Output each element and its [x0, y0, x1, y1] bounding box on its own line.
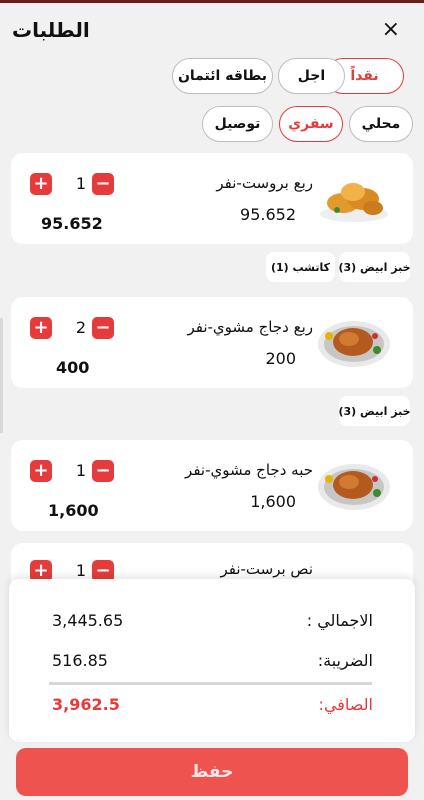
item-price: 95.652	[240, 205, 296, 224]
save-button[interactable]: حفظ	[16, 748, 408, 796]
addon-chip[interactable]: خبز ابيض (3)	[338, 396, 411, 426]
item-quantity: 1	[75, 174, 87, 193]
net-label: الصافي:	[318, 695, 373, 714]
tax-label: الضريبة:	[317, 651, 373, 670]
payment-credit-button[interactable]: اجل	[278, 58, 345, 94]
order-item-card: ربع دجاج مشوي-نفر 200 + 2 − 400	[11, 297, 413, 388]
decrease-quantity-button[interactable]: −	[92, 173, 114, 195]
addon-chip[interactable]: خبز ابيض (3)	[338, 252, 411, 282]
item-quantity: 1	[75, 561, 87, 580]
item-name: ربع بروست-نفر	[216, 174, 313, 192]
summary-divider	[49, 682, 372, 685]
item-name: حبه دجاج مشوي-نفر	[185, 461, 313, 479]
header: الطلبات ×	[0, 3, 424, 53]
decrease-quantity-button[interactable]: −	[92, 317, 114, 339]
order-item-card: حبه دجاج مشوي-نفر 1,600 + 1 − 1,600	[11, 440, 413, 531]
payment-card-button[interactable]: بطاقه ائتمان	[172, 58, 273, 94]
item-name: ربع دجاج مشوي-نفر	[187, 318, 313, 336]
total-value: 3,445.65	[52, 611, 124, 630]
page-title: الطلبات	[12, 18, 90, 42]
order-type-takeaway-button[interactable]: سفري	[279, 106, 343, 142]
tax-value: 516.85	[52, 651, 108, 670]
close-icon[interactable]: ×	[382, 19, 400, 41]
item-total: 400	[56, 358, 90, 377]
total-label: الاجمالي :	[306, 611, 373, 630]
grilled-chicken-image	[318, 464, 390, 510]
increase-quantity-button[interactable]: +	[30, 317, 52, 339]
item-name: نص برست-نفر	[220, 560, 313, 578]
order-type-dinein-button[interactable]: محلي	[349, 106, 413, 142]
scroll-indicator	[0, 318, 3, 433]
net-value: 3,962.5	[52, 695, 120, 714]
order-summary-panel: الاجمالي : 3,445.65 الضريبة: 516.85 الصا…	[9, 579, 415, 742]
item-total: 95.652	[41, 214, 103, 233]
grilled-chicken-image	[318, 321, 390, 367]
item-total: 1,600	[48, 501, 99, 520]
order-type-delivery-button[interactable]: توصيل	[202, 106, 273, 142]
addon-chip[interactable]: كاتشب (1)	[266, 252, 335, 282]
increase-quantity-button[interactable]: +	[30, 460, 52, 482]
decrease-quantity-button[interactable]: −	[92, 460, 114, 482]
item-quantity: 2	[75, 318, 87, 337]
order-item-card: ربع بروست-نفر 95.652 + 1 − 95.652	[11, 153, 413, 244]
increase-quantity-button[interactable]: +	[30, 173, 52, 195]
broasted-chicken-image	[320, 183, 388, 222]
item-price: 200	[265, 349, 296, 368]
item-price: 1,600	[250, 492, 296, 511]
item-quantity: 1	[75, 461, 87, 480]
